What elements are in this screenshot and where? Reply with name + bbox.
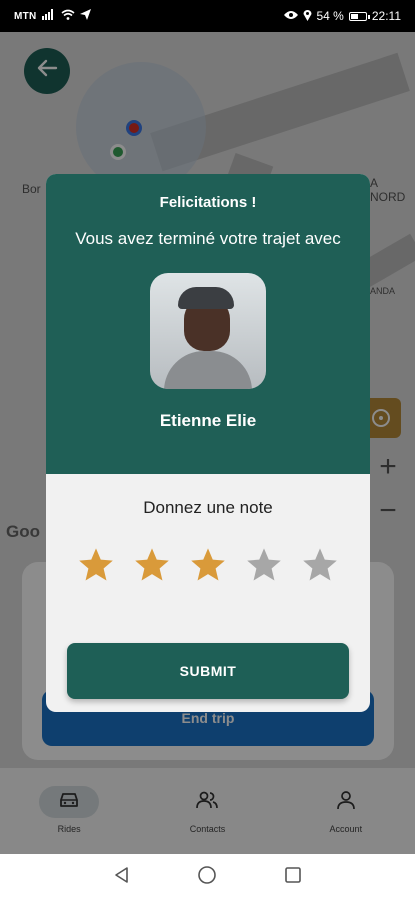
star-rating (46, 546, 370, 589)
location-icon (303, 9, 312, 24)
battery-percent: 54 % (316, 9, 344, 23)
driver-photo (150, 273, 266, 389)
home-circle-icon[interactable] (197, 865, 217, 890)
eye-icon (283, 9, 298, 23)
congrats-title: Felicitations ! (159, 194, 257, 211)
wifi-icon (61, 9, 75, 23)
star-empty-icon[interactable] (245, 546, 283, 589)
submit-button[interactable]: SUBMIT (67, 643, 349, 699)
rating-dialog: Felicitations ! Vous avez terminé votre … (46, 174, 370, 712)
star-filled-icon[interactable] (133, 546, 171, 589)
back-triangle-icon[interactable] (113, 866, 131, 889)
rate-prompt: Donnez une note (143, 498, 273, 517)
dialog-body: Donnez une note SUBMIT (46, 474, 370, 699)
trip-complete-text: Vous avez terminé votre trajet avec (75, 229, 341, 248)
star-filled-icon[interactable] (189, 546, 227, 589)
star-empty-icon[interactable] (301, 546, 339, 589)
signal-icon (41, 9, 56, 23)
star-filled-icon[interactable] (77, 546, 115, 589)
driver-name: Etienne Elie (159, 411, 257, 430)
clock: 22:11 (371, 9, 401, 23)
battery-icon (348, 11, 370, 21)
recents-square-icon[interactable] (284, 866, 302, 889)
system-nav-bar (0, 854, 415, 900)
dialog-header: Felicitations ! Vous avez terminé votre … (46, 174, 370, 474)
status-bar: MTN 54 % 22:11 (0, 0, 415, 32)
carrier-label: MTN (14, 10, 37, 22)
send-icon (79, 9, 91, 23)
